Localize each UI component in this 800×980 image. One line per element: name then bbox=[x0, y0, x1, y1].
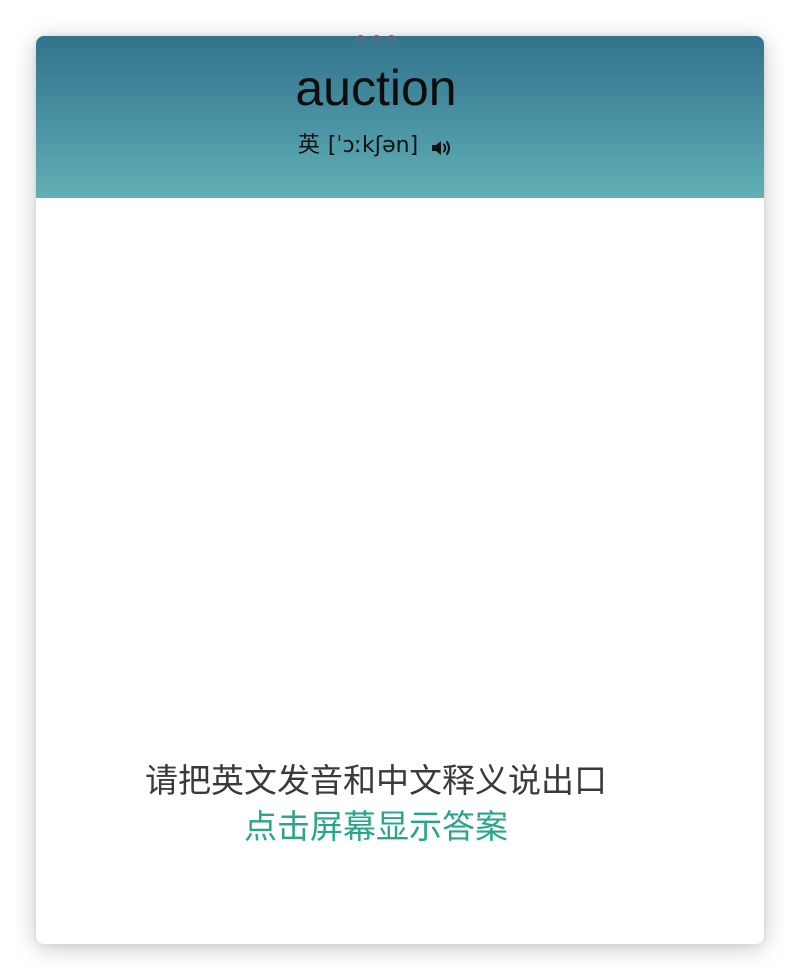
pronunciation-row: 英 [ˈɔːkʃən] bbox=[36, 130, 716, 162]
phonetic-text: [ˈɔːkʃən] bbox=[327, 133, 419, 158]
accent-label: 英 bbox=[297, 133, 320, 158]
speak-prompt: 请把英文发音和中文释义说出口 bbox=[145, 761, 607, 800]
drag-dot bbox=[371, 35, 381, 44]
word-header: auction 英 [ˈɔːkʃən] bbox=[36, 36, 764, 198]
word-title: auction bbox=[295, 60, 457, 116]
drag-handle[interactable] bbox=[356, 35, 396, 46]
speaker-icon[interactable] bbox=[430, 136, 454, 156]
drag-dot bbox=[356, 35, 365, 44]
reveal-answer-link[interactable]: 点击屏幕显示答案 bbox=[36, 804, 716, 850]
flashcard[interactable]: auction 英 [ˈɔːkʃən] 请把英文发音和中文释义说出口 点击屏幕显… bbox=[36, 36, 764, 944]
drag-dot bbox=[387, 35, 396, 44]
